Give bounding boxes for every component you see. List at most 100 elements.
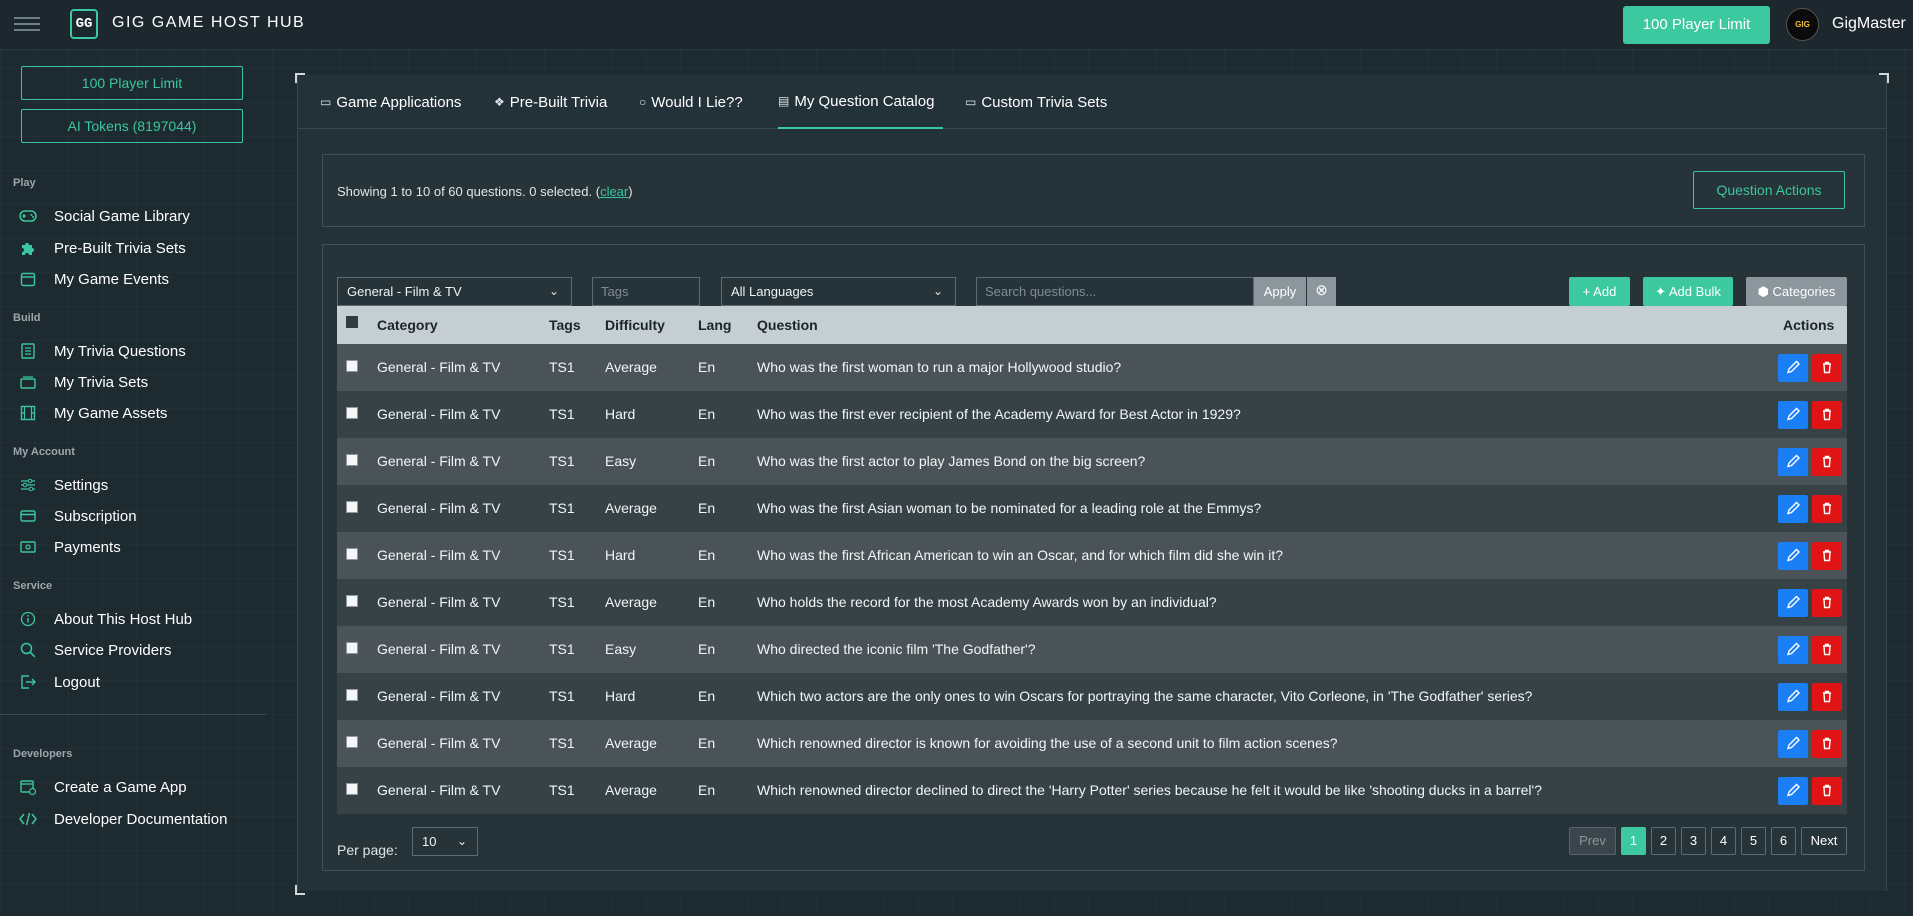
pencil-icon — [1786, 689, 1800, 703]
sidebar-item-service-providers[interactable]: Service Providers — [18, 639, 172, 661]
language-select[interactable]: All Languages ⌄ — [721, 277, 956, 306]
row-checkbox[interactable] — [346, 548, 358, 560]
row-checkbox[interactable] — [346, 360, 358, 372]
edit-button[interactable] — [1778, 683, 1808, 711]
sidebar-item-my-game-assets[interactable]: My Game Assets — [18, 402, 167, 424]
hamburger-menu-icon[interactable] — [14, 17, 40, 33]
username[interactable]: GigMaster — [1832, 15, 1906, 33]
clear-search-icon[interactable]: ⊗ — [1307, 277, 1336, 306]
delete-button[interactable] — [1812, 589, 1842, 617]
puzzle-icon — [18, 239, 38, 257]
sidebar-player-limit-button[interactable]: 100 Player Limit — [21, 66, 243, 100]
delete-button[interactable] — [1812, 683, 1842, 711]
delete-button[interactable] — [1812, 401, 1842, 429]
sidebar-item-logout[interactable]: Logout — [18, 671, 100, 693]
delete-button[interactable] — [1812, 777, 1842, 805]
edit-button[interactable] — [1778, 589, 1808, 617]
column-header-question[interactable]: Question — [757, 306, 818, 344]
question-actions-button[interactable]: Question Actions — [1693, 171, 1845, 209]
sidebar-item-create-game-app[interactable]: Create a Game App — [18, 776, 187, 798]
trash-icon — [1823, 596, 1831, 609]
pencil-icon — [1786, 642, 1800, 656]
pagination-page-5[interactable]: 5 — [1741, 827, 1766, 855]
row-checkbox[interactable] — [346, 783, 358, 795]
cell-category: General - Film & TV — [377, 547, 501, 563]
edit-button[interactable] — [1778, 495, 1808, 523]
delete-button[interactable] — [1812, 636, 1842, 664]
sidebar-item-subscription[interactable]: Subscription — [18, 505, 137, 527]
delete-button[interactable] — [1812, 354, 1842, 382]
avatar[interactable]: GIG — [1786, 8, 1819, 41]
delete-button[interactable] — [1812, 448, 1842, 476]
tab-custom-trivia-sets[interactable]: ▭ Custom Trivia Sets — [965, 75, 1107, 129]
clear-selection-link[interactable]: clear — [600, 184, 628, 199]
player-limit-button[interactable]: 100 Player Limit — [1623, 6, 1770, 44]
cell-tags: TS1 — [549, 500, 575, 516]
sidebar-item-my-trivia-sets[interactable]: My Trivia Sets — [18, 371, 148, 393]
cell-question: Which renowned director is known for avo… — [757, 735, 1338, 751]
pagination-prev[interactable]: Prev — [1569, 827, 1616, 855]
delete-button[interactable] — [1812, 730, 1842, 758]
tags-input[interactable]: Tags — [592, 277, 700, 306]
tab-would-i-lie[interactable]: ○ Would I Lie?? — [639, 75, 743, 129]
search-input[interactable]: Search questions... — [976, 277, 1254, 306]
sidebar-item-my-game-events[interactable]: My Game Events — [18, 268, 169, 290]
row-checkbox[interactable] — [346, 501, 358, 513]
sidebar-item-settings[interactable]: Settings — [18, 474, 108, 496]
column-header-tags[interactable]: Tags — [549, 306, 581, 344]
categories-button[interactable]: ⬢ Categories — [1746, 277, 1847, 306]
delete-button[interactable] — [1812, 542, 1842, 570]
add-label: Add — [1593, 284, 1617, 299]
column-header-category[interactable]: Category — [377, 306, 438, 344]
edit-button[interactable] — [1778, 401, 1808, 429]
cell-lang: En — [698, 688, 716, 704]
table-header: Category Tags Difficulty Lang Question A… — [337, 306, 1847, 344]
tab-prebuilt-trivia[interactable]: ❖ Pre-Built Trivia — [494, 75, 607, 129]
brand-title: GIG GAME HOST HUB — [112, 14, 306, 31]
select-all-checkbox[interactable] — [346, 316, 358, 328]
column-header-difficulty[interactable]: Difficulty — [605, 306, 665, 344]
sidebar-item-prebuilt-trivia-sets[interactable]: Pre-Built Trivia Sets — [18, 237, 186, 259]
row-checkbox[interactable] — [346, 642, 358, 654]
pagination-page-4[interactable]: 4 — [1711, 827, 1736, 855]
sidebar-item-my-trivia-questions[interactable]: My Trivia Questions — [18, 340, 186, 362]
category-select[interactable]: General - Film & TV ⌄ — [337, 277, 572, 306]
per-page-select[interactable]: 10 ⌄ — [412, 827, 478, 856]
sidebar-item-label: My Trivia Questions — [54, 342, 186, 360]
sidebar-item-payments[interactable]: Payments — [18, 536, 121, 558]
cell-difficulty: Hard — [605, 547, 636, 563]
pagination-page-2[interactable]: 2 — [1651, 827, 1676, 855]
edit-button[interactable] — [1778, 730, 1808, 758]
delete-button[interactable] — [1812, 495, 1842, 523]
add-button[interactable]: + Add — [1569, 277, 1630, 306]
edit-button[interactable] — [1778, 542, 1808, 570]
edit-button[interactable] — [1778, 354, 1808, 382]
sidebar-item-developer-docs[interactable]: Developer Documentation — [18, 808, 227, 830]
pagination-page-1[interactable]: 1 — [1621, 827, 1646, 855]
apply-button[interactable]: Apply — [1254, 277, 1306, 306]
pagination-page-6[interactable]: 6 — [1771, 827, 1796, 855]
edit-button[interactable] — [1778, 777, 1808, 805]
pencil-icon — [1786, 407, 1800, 421]
per-page-value: 10 — [422, 834, 437, 849]
row-checkbox[interactable] — [346, 454, 358, 466]
pencil-icon — [1786, 360, 1800, 374]
add-bulk-button[interactable]: ✦ Add Bulk — [1643, 277, 1733, 306]
ai-tokens-button[interactable]: AI Tokens (8197044) — [21, 109, 243, 143]
pagination-next[interactable]: Next — [1801, 827, 1847, 855]
trash-icon — [1823, 690, 1831, 703]
tab-my-question-catalog[interactable]: ▤ My Question Catalog — [778, 75, 943, 129]
row-checkbox[interactable] — [346, 407, 358, 419]
tab-game-applications[interactable]: ▭ Game Applications — [320, 75, 461, 129]
sidebar-item-social-game-library[interactable]: Social Game Library — [18, 205, 190, 227]
row-checkbox[interactable] — [346, 736, 358, 748]
column-header-lang[interactable]: Lang — [698, 306, 731, 344]
row-checkbox[interactable] — [346, 689, 358, 701]
list-icon — [18, 342, 38, 360]
edit-button[interactable] — [1778, 448, 1808, 476]
pagination-page-3[interactable]: 3 — [1681, 827, 1706, 855]
sidebar-item-about[interactable]: About This Host Hub — [18, 608, 192, 630]
row-checkbox[interactable] — [346, 595, 358, 607]
edit-button[interactable] — [1778, 636, 1808, 664]
cell-category: General - Film & TV — [377, 735, 501, 751]
